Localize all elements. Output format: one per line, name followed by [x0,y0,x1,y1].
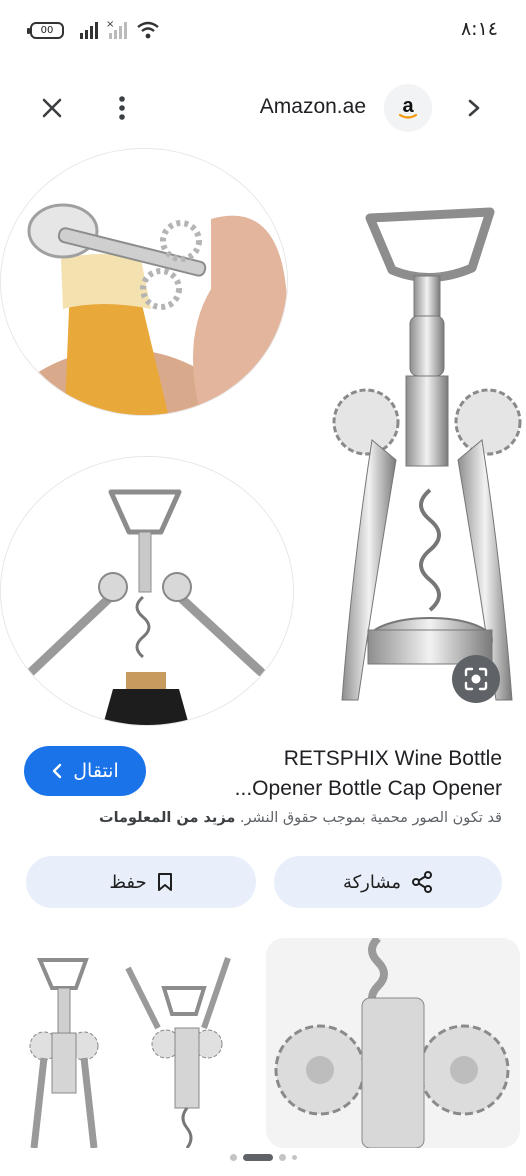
close-button[interactable] [32,88,72,128]
signal-noservice-icon: × [106,19,127,39]
svg-text:a: a [402,95,414,117]
share-button[interactable]: مشاركة [274,856,502,908]
product-image-on-bottle[interactable] [0,456,294,726]
pager-dots [0,1150,526,1164]
lens-icon [464,667,488,691]
related-image-1[interactable] [8,938,258,1148]
related-image-1-illustration [8,938,258,1148]
result-title[interactable]: RETSPHIX Wine Bottle ...Opener Bottle Ca… [172,744,502,804]
wifi-icon [137,21,159,39]
status-time: ٨:١٤ [460,18,498,40]
signal-icon [80,22,98,39]
save-button[interactable]: حفظ [26,856,256,908]
chevron-left-icon [53,763,62,779]
opener-on-bottle-illustration [1,457,293,725]
bottle-opening-illustration [1,149,287,415]
result-title-line2: ...Opener Bottle Cap Opener [234,777,502,800]
main-product-image[interactable] [312,190,526,730]
close-icon [42,98,62,118]
learn-more-link[interactable]: مزيد من المعلومات [99,810,235,826]
pager-dot [229,1153,237,1161]
lens-search-button[interactable] [452,655,500,703]
visit-button-label: انتقال [73,760,119,782]
share-button-label: مشاركة [342,871,402,893]
status-bar: 00 × ٨:١٤ [0,0,526,60]
open-source-button[interactable] [454,88,494,128]
bookmark-icon [157,873,172,891]
related-image-2-illustration [266,938,520,1148]
pager-dot [291,1154,297,1160]
copyright-notice: قد تكون الصور محمية بموجب حقوق النشر. مز… [22,810,502,826]
more-options-button[interactable] [102,88,142,128]
share-icon [412,871,433,893]
related-image-2[interactable] [266,938,520,1148]
visit-button[interactable]: انتقال [24,746,146,796]
pager-dot [278,1153,286,1161]
amazon-logo: a [398,95,418,119]
source-logo[interactable]: a [384,84,432,132]
more-vert-icon [119,96,125,120]
pager-dot-active [242,1153,273,1161]
winged-corkscrew-illustration [332,207,522,701]
chevron-right-icon [468,99,480,117]
battery-icon: 00 [27,22,64,39]
product-image-in-use[interactable] [0,148,288,416]
svg-text:×: × [106,19,114,30]
copyright-notice-text: قد تكون الصور محمية بموجب حقوق النشر. [239,810,502,826]
result-title-line1: RETSPHIX Wine Bottle [283,747,502,770]
source-name[interactable]: Amazon.ae [260,95,366,119]
save-button-label: حفظ [109,871,147,893]
